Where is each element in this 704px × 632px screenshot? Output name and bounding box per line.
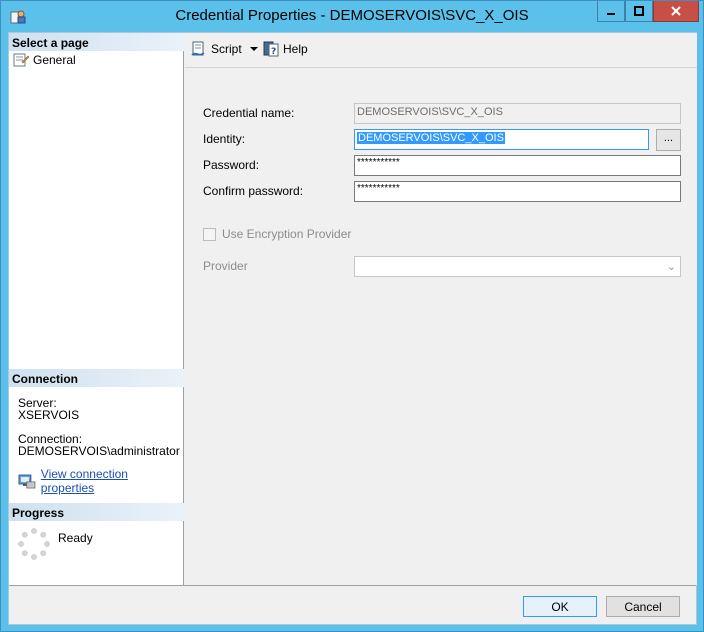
chevron-down-icon: ⌄ bbox=[666, 261, 676, 273]
browse-identity-button[interactable]: ... bbox=[656, 129, 681, 151]
password-field[interactable]: *********** bbox=[354, 155, 681, 176]
connection-header: Connection bbox=[9, 369, 184, 387]
ok-button[interactable]: OK bbox=[523, 596, 597, 617]
spinner-icon bbox=[18, 528, 50, 560]
use-encryption-provider-row: Use Encryption Provider bbox=[203, 227, 351, 241]
use-encryption-provider-checkbox[interactable] bbox=[203, 227, 216, 241]
server-value: XSERVOIS bbox=[18, 408, 80, 422]
minimize-icon bbox=[607, 13, 615, 15]
confirm-password-label: Confirm password: bbox=[203, 184, 304, 198]
progress-header: Progress bbox=[9, 503, 184, 521]
credential-name-label: Credential name: bbox=[203, 106, 295, 120]
close-icon bbox=[671, 6, 681, 16]
script-icon bbox=[191, 41, 205, 56]
progress-status: Ready bbox=[58, 531, 93, 545]
maximize-button[interactable] bbox=[625, 1, 653, 22]
use-encryption-provider-label: Use Encryption Provider bbox=[222, 227, 352, 241]
toolbar: Script ? Help bbox=[185, 33, 697, 68]
help-button[interactable]: ? Help bbox=[263, 41, 308, 57]
right-pane: Script ? Help Credential name: DEMOSERVO… bbox=[185, 33, 697, 585]
left-pane: Select a page General Connection Server:… bbox=[9, 33, 184, 585]
dialog-client-area: Select a page General Connection Server:… bbox=[8, 32, 697, 625]
cancel-button[interactable]: Cancel bbox=[606, 596, 680, 617]
sidebar-item-general[interactable]: General bbox=[13, 53, 76, 67]
help-icon: ? bbox=[263, 41, 279, 57]
identity-field[interactable]: DEMOSERVOIS\SVC_X_OIS bbox=[354, 129, 649, 150]
script-button[interactable]: Script bbox=[191, 41, 258, 57]
sidebar-item-label: General bbox=[33, 53, 76, 67]
close-button[interactable] bbox=[653, 1, 699, 22]
dialog-window: Credential Properties - DEMOSERVOIS\SVC_… bbox=[0, 0, 704, 632]
connection-value: DEMOSERVOIS\administrator bbox=[18, 444, 180, 458]
script-button-label: Script bbox=[211, 42, 242, 56]
page-properties-icon bbox=[13, 53, 29, 67]
identity-label: Identity: bbox=[203, 132, 246, 146]
minimize-button[interactable] bbox=[597, 1, 625, 22]
view-connection-properties-row: View connection properties bbox=[18, 467, 183, 495]
credential-name-field: DEMOSERVOIS\SVC_X_OIS bbox=[354, 103, 681, 124]
confirm-password-field[interactable]: *********** bbox=[354, 181, 681, 202]
help-button-label: Help bbox=[283, 42, 308, 56]
select-page-header: Select a page bbox=[9, 33, 184, 51]
svg-text:?: ? bbox=[271, 47, 276, 57]
view-connection-properties-link[interactable]: View connection properties bbox=[41, 467, 183, 495]
provider-label: Provider bbox=[203, 259, 248, 273]
provider-select[interactable]: ⌄ bbox=[354, 256, 681, 277]
connection-properties-icon bbox=[18, 474, 36, 488]
title-bar[interactable]: Credential Properties - DEMOSERVOIS\SVC_… bbox=[1, 1, 703, 32]
dialog-footer: OK Cancel bbox=[9, 585, 696, 624]
chevron-down-icon[interactable] bbox=[249, 47, 258, 51]
progress-row: Ready bbox=[18, 528, 93, 560]
maximize-icon bbox=[634, 6, 644, 16]
password-label: Password: bbox=[203, 158, 260, 172]
identity-value: DEMOSERVOIS\SVC_X_OIS bbox=[357, 132, 505, 144]
